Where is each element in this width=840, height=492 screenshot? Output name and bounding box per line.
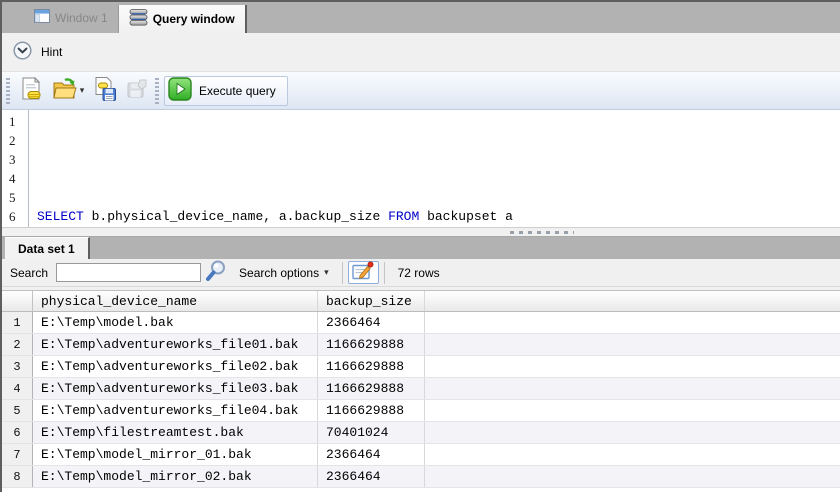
device-cell[interactable]: E:\Temp\model_mirror_02.bak bbox=[33, 466, 318, 487]
execute-query-button[interactable]: Execute query bbox=[164, 76, 288, 106]
toolbar-separator bbox=[384, 262, 385, 284]
open-folder-icon bbox=[52, 76, 78, 105]
line-number: 5 bbox=[9, 188, 28, 207]
splitter-grip-icon[interactable] bbox=[510, 231, 574, 234]
row-number-cell[interactable]: 2 bbox=[2, 334, 33, 355]
size-cell[interactable]: 70401024 bbox=[318, 422, 425, 443]
tab-label: Query window bbox=[153, 12, 235, 26]
play-icon bbox=[168, 77, 192, 104]
device-cell[interactable]: E:\Temp\model_mirror_01.bak bbox=[33, 444, 318, 465]
toolbar-separator bbox=[342, 262, 343, 284]
dropdown-caret-icon: ▾ bbox=[324, 268, 329, 277]
row-number-cell[interactable]: 6 bbox=[2, 422, 33, 443]
code-area[interactable]: SELECT b.physical_device_name, a.backup_… bbox=[29, 110, 840, 227]
table-row[interactable]: 5 E:\Temp\adventureworks_file04.bak 1166… bbox=[2, 400, 840, 422]
execute-label: Execute query bbox=[199, 84, 276, 98]
save-query-button[interactable] bbox=[89, 76, 121, 106]
line-number: 3 bbox=[9, 150, 28, 169]
device-cell[interactable]: E:\Temp\adventureworks_file04.bak bbox=[33, 400, 318, 421]
row-count-badge: 72 rows bbox=[390, 266, 448, 280]
query-tool-window: Window 1 Query window Hint bbox=[0, 0, 840, 492]
row-number-cell[interactable]: 1 bbox=[2, 312, 33, 333]
search-options-button[interactable]: Search options ▾ bbox=[231, 261, 337, 285]
row-number-cell[interactable]: 3 bbox=[2, 356, 33, 377]
new-query-icon bbox=[18, 76, 44, 105]
row-number-cell[interactable]: 4 bbox=[2, 378, 33, 399]
column-header-device[interactable]: physical_device_name bbox=[33, 291, 318, 311]
search-button[interactable] bbox=[201, 260, 231, 286]
line-number: 1 bbox=[9, 112, 28, 131]
table-row[interactable]: 8 E:\Temp\model_mirror_02.bak 2366464 bbox=[2, 466, 840, 488]
magnifier-icon bbox=[204, 259, 228, 286]
window-tab-bar: Window 1 Query window bbox=[2, 2, 840, 33]
table-row[interactable]: 2 E:\Temp\adventureworks_file01.bak 1166… bbox=[2, 334, 840, 356]
device-cell[interactable]: E:\Temp\model.bak bbox=[33, 312, 318, 333]
toolbar-grip[interactable] bbox=[155, 78, 159, 104]
size-cell[interactable]: 1166629888 bbox=[318, 400, 425, 421]
results-grid: physical_device_name backup_size 1 E:\Te… bbox=[2, 290, 840, 492]
tab-data-set-1[interactable]: Data set 1 bbox=[5, 237, 90, 259]
table-row[interactable]: 1 E:\Temp\model.bak 2366464 bbox=[2, 312, 840, 334]
tab-window-1[interactable]: Window 1 bbox=[24, 2, 118, 33]
hint-section-header[interactable]: Hint bbox=[2, 33, 840, 72]
window-icon bbox=[34, 9, 50, 26]
tab-query-window[interactable]: Query window bbox=[118, 5, 247, 33]
size-cell[interactable]: 2366464 bbox=[318, 466, 425, 487]
save-as-button bbox=[121, 76, 153, 106]
column-header-size[interactable]: backup_size bbox=[318, 291, 425, 311]
table-row[interactable]: 3 E:\Temp\adventureworks_file02.bak 1166… bbox=[2, 356, 840, 378]
row-number-header[interactable] bbox=[2, 291, 33, 311]
row-number-cell[interactable]: 5 bbox=[2, 400, 33, 421]
size-cell[interactable]: 2366464 bbox=[318, 444, 425, 465]
save-icon bbox=[92, 76, 118, 105]
line-number: 6 bbox=[9, 207, 28, 226]
code-line[interactable] bbox=[29, 150, 840, 169]
query-toolbar: ▾ bbox=[2, 72, 840, 110]
size-cell[interactable]: 1166629888 bbox=[318, 356, 425, 377]
size-cell[interactable]: 1166629888 bbox=[318, 334, 425, 355]
table-row[interactable]: 4 E:\Temp\adventureworks_file03.bak 1166… bbox=[2, 378, 840, 400]
device-cell[interactable]: E:\Temp\adventureworks_file02.bak bbox=[33, 356, 318, 377]
editor-results-splitter[interactable] bbox=[2, 227, 840, 237]
new-query-button[interactable] bbox=[15, 76, 47, 106]
table-row[interactable]: 7 E:\Temp\model_mirror_01.bak 2366464 bbox=[2, 444, 840, 466]
row-number-cell[interactable]: 7 bbox=[2, 444, 33, 465]
save-as-icon bbox=[124, 76, 150, 105]
tab-label: Data set 1 bbox=[18, 242, 75, 256]
sql-editor[interactable]: 1 2 3 4 5 6 SELECT b.physical_device_nam… bbox=[2, 110, 840, 227]
row-number-cell[interactable]: 8 bbox=[2, 466, 33, 487]
results-search-bar: Search Search options ▾ bbox=[2, 259, 840, 287]
edit-icon bbox=[352, 261, 374, 284]
edit-grid-button[interactable] bbox=[348, 261, 379, 284]
table-row[interactable]: 6 E:\Temp\filestreamtest.bak 70401024 bbox=[2, 422, 840, 444]
toolbar-grip[interactable] bbox=[6, 78, 10, 104]
size-cell[interactable]: 2366464 bbox=[318, 312, 425, 333]
device-cell[interactable]: E:\Temp\adventureworks_file03.bak bbox=[33, 378, 318, 399]
search-options-label: Search options bbox=[239, 266, 319, 280]
line-number-gutter: 1 2 3 4 5 6 bbox=[2, 110, 29, 227]
line-number: 4 bbox=[9, 169, 28, 188]
tab-label: Window 1 bbox=[55, 11, 108, 25]
code-line[interactable]: SELECT b.physical_device_name, a.backup_… bbox=[29, 207, 840, 226]
open-query-button[interactable]: ▾ bbox=[47, 76, 89, 106]
hint-label: Hint bbox=[41, 45, 62, 59]
search-label: Search bbox=[10, 266, 48, 280]
table-header-row: physical_device_name backup_size bbox=[2, 290, 840, 312]
device-cell[interactable]: E:\Temp\adventureworks_file01.bak bbox=[33, 334, 318, 355]
device-cell[interactable]: E:\Temp\filestreamtest.bak bbox=[33, 422, 318, 443]
database-stack-icon bbox=[129, 9, 148, 29]
chevron-down-circle-icon[interactable] bbox=[13, 41, 32, 63]
dataset-tab-bar: Data set 1 bbox=[2, 237, 840, 259]
line-number: 2 bbox=[9, 131, 28, 150]
search-input[interactable] bbox=[56, 263, 201, 282]
size-cell[interactable]: 1166629888 bbox=[318, 378, 425, 399]
dropdown-caret-icon[interactable]: ▾ bbox=[80, 86, 85, 95]
